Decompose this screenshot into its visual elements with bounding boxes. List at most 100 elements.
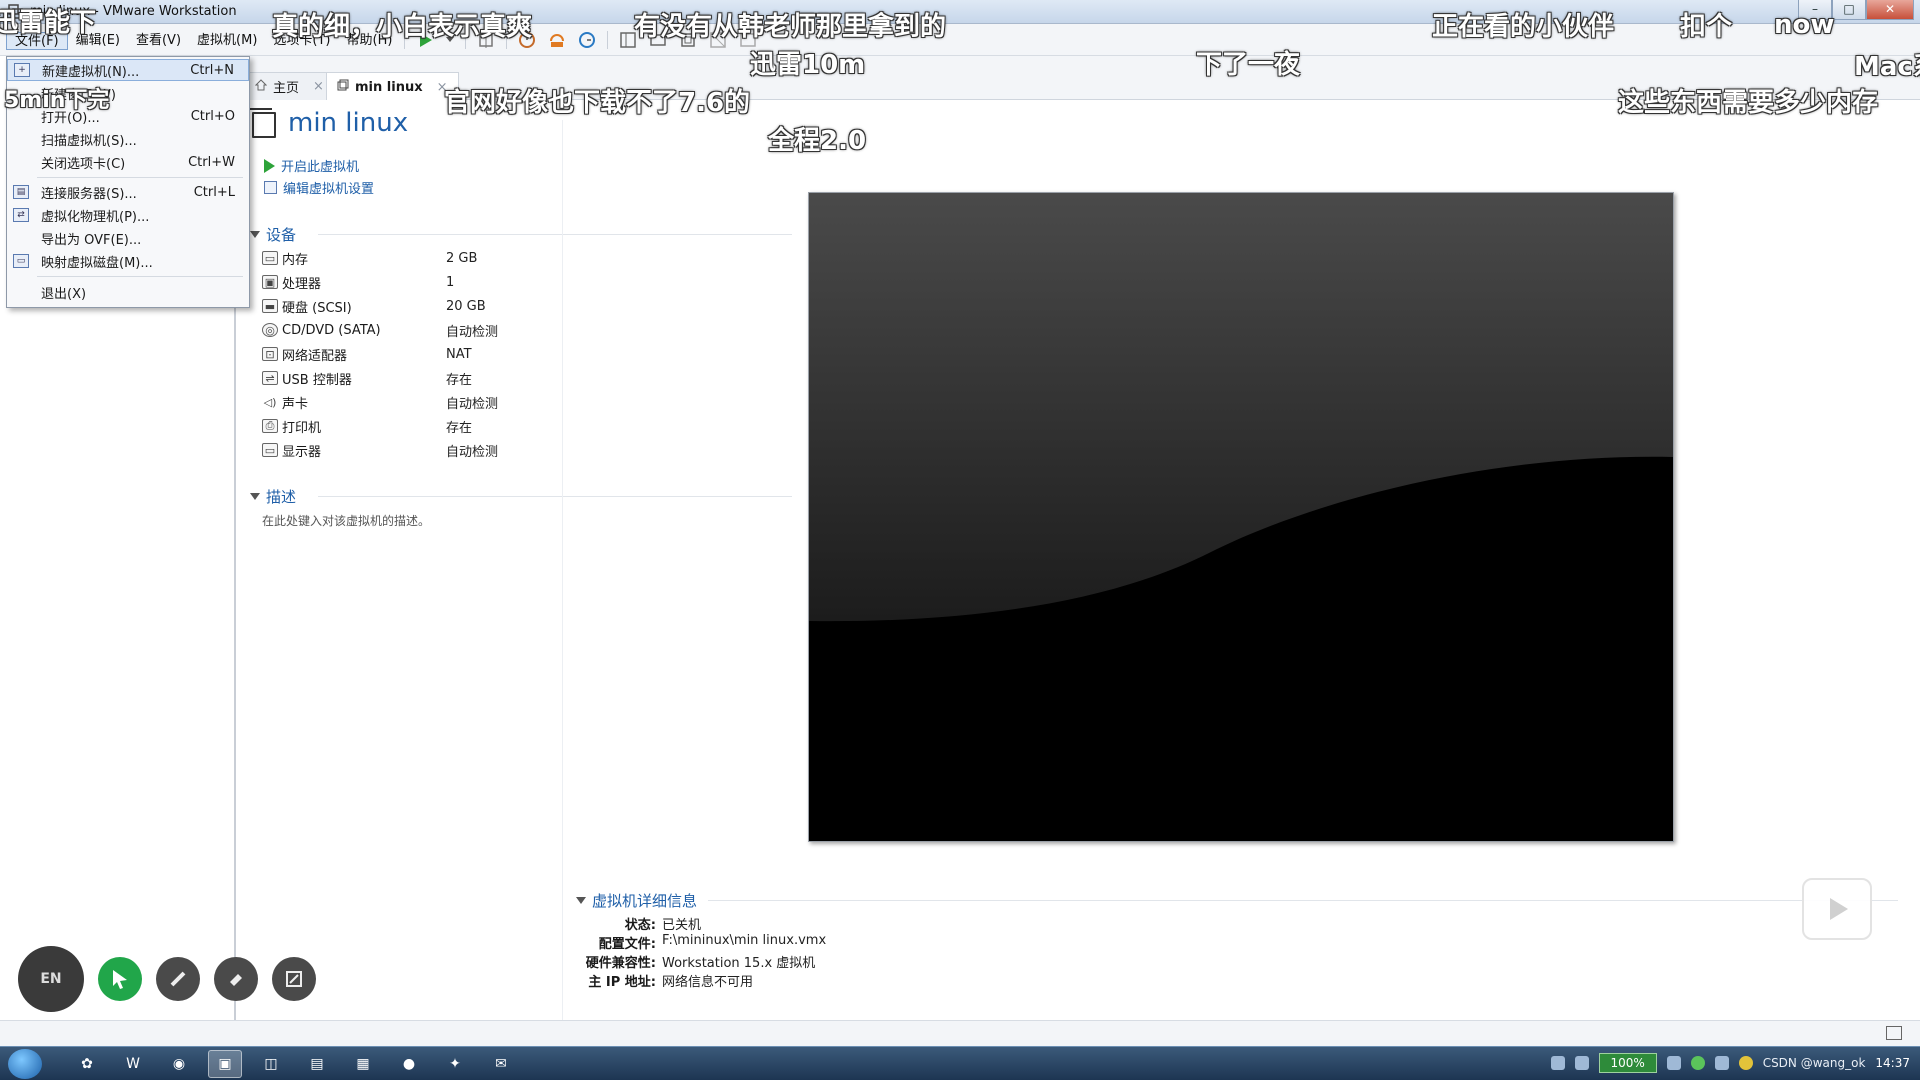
word-icon[interactable]: W	[116, 1050, 150, 1078]
vmware-taskbar-icon[interactable]: ▣	[208, 1050, 242, 1078]
pen-tool-icon[interactable]	[156, 957, 200, 1001]
danmaku-comment: 下了一夜	[1196, 50, 1301, 80]
language-toggle-button[interactable]: EN	[18, 946, 84, 1012]
wechat-icon[interactable]: ●	[392, 1050, 426, 1078]
clock[interactable]: 14:37	[1875, 1056, 1910, 1070]
device-row-sound[interactable]: ◁) 声卡 自动检测	[262, 392, 562, 412]
device-row-network[interactable]: ⊡ 网络适配器 NAT	[262, 344, 562, 364]
menu-item-label: 导出为 OVF(E)...	[41, 232, 142, 248]
collapse-arrow-icon	[250, 231, 260, 238]
menu-connect-server[interactable]: ▤ 连接服务器(S)... Ctrl+L	[7, 181, 249, 203]
menu-item-label: 新建虚拟机(N)...	[42, 64, 140, 80]
revert-snapshot-icon[interactable]	[547, 30, 567, 50]
app-launcher-icon[interactable]: ✿	[70, 1050, 104, 1078]
snapshot-manager-icon[interactable]	[577, 30, 597, 50]
description-section-title: 描述	[266, 488, 297, 506]
battery-indicator[interactable]: 100%	[1598, 1053, 1657, 1073]
message-log-icon[interactable]	[1886, 1026, 1902, 1040]
mail-icon[interactable]: ✉	[484, 1050, 518, 1078]
menu-virtualize-physical[interactable]: ⇄ 虚拟化物理机(P)...	[7, 204, 249, 226]
menu-item-shortcut: Ctrl+O	[190, 108, 235, 124]
device-value: 自动检测	[446, 444, 499, 460]
menu-scan-vms[interactable]: 扫描虚拟机(S)...	[7, 128, 249, 150]
device-value: 存在	[446, 420, 473, 436]
device-row-cpu[interactable]: ▣ 处理器 1	[262, 272, 562, 292]
device-row-hard-disk[interactable]: ▬ 硬盘 (SCSI) 20 GB	[262, 296, 562, 316]
keyboard-icon[interactable]	[1550, 1056, 1565, 1070]
danmaku-comment: Mac系	[1854, 52, 1920, 82]
tool-icon[interactable]: ✦	[438, 1050, 472, 1078]
pane-divider	[562, 120, 563, 1020]
start-button-icon[interactable]	[8, 1049, 42, 1079]
shield-icon[interactable]	[1714, 1056, 1729, 1070]
collapse-arrow-icon	[576, 897, 586, 904]
device-name: 硬盘 (SCSI)	[282, 300, 352, 316]
menu-export-ovf[interactable]: 导出为 OVF(E)...	[7, 227, 249, 249]
detail-value: 已关机	[662, 918, 702, 933]
menu-item-label: 映射虚拟磁盘(M)...	[41, 255, 153, 271]
devices-section-title: 设备	[266, 226, 297, 244]
network-adapter-icon: ⊡	[262, 347, 278, 361]
help-icon[interactable]	[1574, 1056, 1589, 1070]
description-input[interactable]: 在此处键入对该虚拟机的描述。	[262, 512, 430, 529]
explorer-icon[interactable]: ▦	[346, 1050, 380, 1078]
network-icon[interactable]	[1666, 1056, 1681, 1070]
replay-button[interactable]	[1802, 878, 1872, 940]
edit-vm-settings-link[interactable]: 编辑虚拟机设置	[264, 178, 374, 197]
menu-vm[interactable]: 虚拟机(M)	[189, 32, 265, 50]
display-icon: ▭	[262, 443, 278, 457]
tab-min-linux[interactable]: min linux ×	[326, 72, 459, 101]
device-value: 2 GB	[446, 250, 478, 266]
tab-home-label: 主页	[273, 81, 300, 96]
chrome-icon[interactable]: ◉	[162, 1050, 196, 1078]
pointer-tool-icon[interactable]	[98, 957, 142, 1001]
danmaku-comment: 有没有从韩老师那里拿到的	[634, 12, 947, 42]
vm-screen-preview[interactable]	[808, 192, 1674, 842]
danmaku-comment: 官网好像也下载不了7.6的	[444, 88, 751, 118]
detail-key: 主 IP 地址:	[588, 975, 656, 990]
collapse-arrow-icon	[250, 493, 260, 500]
eraser-tool-icon[interactable]	[214, 957, 258, 1001]
menu-view[interactable]: 查看(V)	[128, 32, 189, 50]
screenshot-tool-icon[interactable]	[272, 957, 316, 1001]
tab-home[interactable]: 主页 ×	[244, 72, 335, 100]
danmaku-comment: 迅雷能下	[0, 8, 97, 38]
security-icon[interactable]	[1690, 1056, 1705, 1070]
device-row-cd-dvd[interactable]: ◎ CD/DVD (SATA) 自动检测	[262, 320, 562, 340]
section-divider	[708, 900, 1898, 901]
printer-icon: ⎙	[262, 419, 278, 433]
detail-key: 配置文件:	[598, 937, 656, 952]
sound-card-icon: ◁)	[263, 395, 277, 409]
menu-map-virtual-disk[interactable]: ▭ 映射虚拟磁盘(M)...	[7, 250, 249, 272]
browser-icon[interactable]: ◫	[254, 1050, 288, 1078]
power-on-vm-link[interactable]: 开启此虚拟机	[264, 156, 359, 175]
detail-value: Workstation 15.x 虚拟机	[662, 956, 816, 971]
device-row-display[interactable]: ▭ 显示器 自动检测	[262, 440, 562, 460]
vm-details-toggle[interactable]: 虚拟机详细信息	[576, 890, 697, 911]
device-row-printer[interactable]: ⎙ 打印机 存在	[262, 416, 562, 436]
devices-section-toggle[interactable]: 设备	[250, 224, 296, 245]
menu-exit[interactable]: 退出(X)	[7, 281, 249, 303]
detail-key: 状态:	[624, 918, 656, 933]
device-value: NAT	[446, 346, 472, 362]
menu-close-tab[interactable]: 关闭选项卡(C) Ctrl+W	[7, 151, 249, 173]
home-icon	[254, 78, 268, 95]
new-vm-icon: +	[14, 63, 30, 77]
description-section-toggle[interactable]: 描述	[250, 486, 296, 507]
notification-icon[interactable]	[1738, 1056, 1753, 1070]
device-name: 打印机	[282, 420, 322, 436]
edit-settings-icon	[264, 181, 277, 194]
menu-item-label: 扫描虚拟机(S)...	[41, 133, 137, 149]
tab-home-close-icon[interactable]: ×	[313, 79, 324, 94]
device-name: 处理器	[282, 276, 322, 292]
menu-item-shortcut: Ctrl+N	[190, 62, 234, 78]
device-row-memory[interactable]: ▭ 内存 2 GB	[262, 248, 562, 268]
menu-item-label: 连接服务器(S)...	[41, 186, 137, 202]
vm-tab-icon	[337, 79, 349, 95]
maximize-button[interactable]: □	[1832, 0, 1866, 20]
terminal-icon[interactable]: ▤	[300, 1050, 334, 1078]
close-button[interactable]: ✕	[1866, 0, 1914, 20]
device-value: 20 GB	[446, 298, 486, 314]
menu-new-vm[interactable]: + 新建虚拟机(N)... Ctrl+N	[7, 59, 249, 81]
device-row-usb[interactable]: ⇌ USB 控制器 存在	[262, 368, 562, 388]
